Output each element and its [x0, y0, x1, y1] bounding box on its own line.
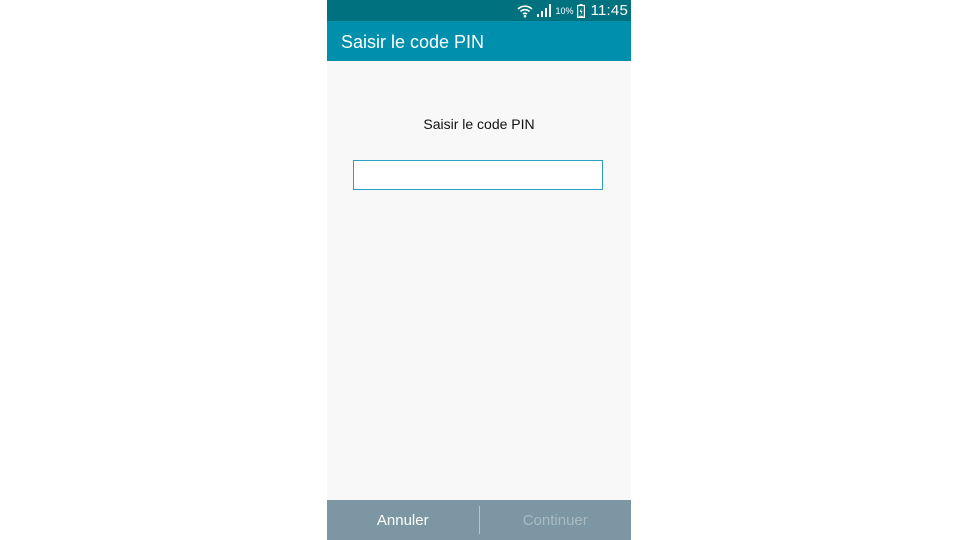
pin-entry-panel: Saisir le code PIN: [327, 61, 631, 500]
status-icons: 10% 11:45: [516, 0, 628, 21]
status-bar: 10% 11:45: [327, 0, 631, 21]
signal-icon: [536, 4, 552, 17]
pin-input[interactable]: [353, 160, 603, 190]
battery-icon: [576, 3, 585, 18]
wifi-icon: [516, 4, 533, 18]
phone-screen: 10% 11:45 Saisir le code PIN Saisir le c…: [327, 0, 631, 540]
pin-prompt-label: Saisir le code PIN: [423, 116, 535, 132]
continue-button[interactable]: Continuer: [480, 500, 632, 540]
bottom-button-bar: Annuler Continuer: [327, 500, 631, 540]
cancel-button[interactable]: Annuler: [327, 500, 479, 540]
action-bar: Saisir le code PIN: [327, 21, 631, 61]
page-title: Saisir le code PIN: [341, 32, 485, 52]
clock: 11:45: [590, 2, 628, 19]
battery-percent: 10%: [555, 5, 574, 16]
